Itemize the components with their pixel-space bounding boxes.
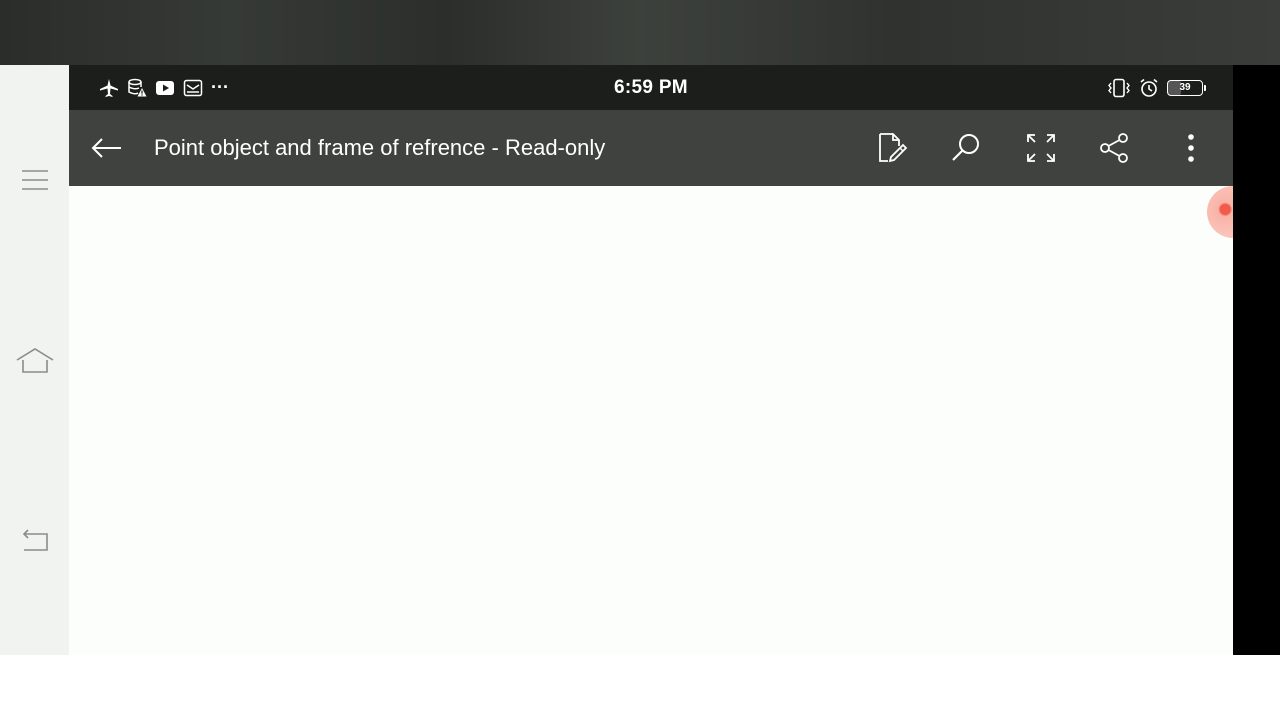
screen-edge: [1233, 65, 1280, 655]
share-icon: [1100, 133, 1128, 163]
home-icon: [16, 348, 54, 373]
edit-icon: [879, 133, 908, 163]
document-title: Point object and frame of refrence - Rea…: [154, 135, 606, 160]
app-bar: Point object and frame of refrence - Rea…: [69, 110, 1233, 186]
search-button[interactable]: [946, 128, 986, 168]
status-right-icons: 39: [1107, 65, 1206, 110]
home-button[interactable]: [14, 342, 56, 378]
status-bar: ··· 6:59 PM 39: [69, 65, 1233, 110]
search-icon: [952, 134, 979, 161]
document-content[interactable]: [69, 186, 1233, 655]
fullscreen-icon: [1027, 134, 1055, 162]
fullscreen-button[interactable]: [1021, 128, 1061, 168]
floating-bubble-icon: [1207, 186, 1233, 238]
edit-button[interactable]: [872, 128, 912, 168]
alarm-icon: [1140, 78, 1158, 97]
bottom-area: [0, 655, 1280, 720]
share-button[interactable]: [1095, 128, 1135, 168]
more-options-button[interactable]: [1171, 128, 1211, 168]
navigation-bar: [0, 65, 69, 655]
floating-action-bubble[interactable]: [1207, 186, 1233, 238]
status-time: 6:59 PM: [614, 77, 688, 98]
vibrate-icon: [1108, 78, 1130, 97]
menu-button[interactable]: [14, 162, 56, 198]
battery-icon: 39: [1167, 79, 1206, 96]
battery-level: 39: [1179, 81, 1191, 93]
back-nav-icon: [22, 529, 48, 551]
arrow-left-icon: [91, 138, 121, 158]
more-vertical-icon: [1188, 134, 1194, 162]
background-blur: [0, 0, 1280, 65]
back-button[interactable]: [87, 128, 127, 168]
back-nav-button[interactable]: [14, 523, 56, 559]
menu-icon: [22, 170, 48, 190]
